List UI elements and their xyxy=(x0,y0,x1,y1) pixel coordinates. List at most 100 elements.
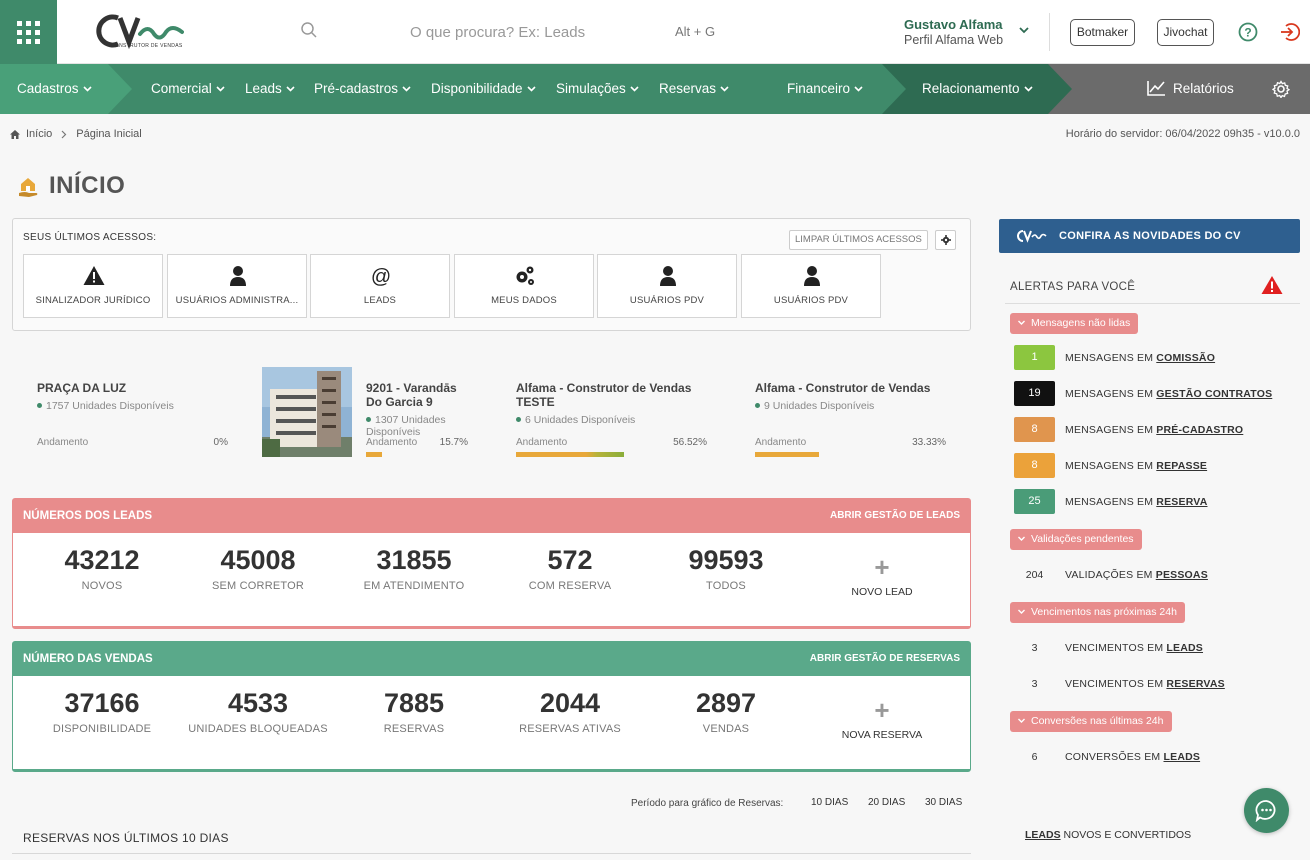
nav-comercial[interactable]: Comercial xyxy=(151,64,225,114)
search-input[interactable] xyxy=(410,20,660,44)
chevron-down-icon xyxy=(720,86,729,92)
clear-recent-button[interactable]: LIMPAR ÚLTIMOS ACESSOS xyxy=(789,230,928,250)
recent-tile-usuarios-pdv[interactable]: USUÁRIOS PDV xyxy=(597,254,737,318)
units-text: 9 Unidades Disponíveis xyxy=(764,400,875,412)
alert-prefix: CONVERSÕES EM xyxy=(1065,751,1161,763)
divider xyxy=(1005,303,1300,304)
user-name[interactable]: Gustavo Alfama xyxy=(904,17,1003,32)
count-value: 3 xyxy=(1031,678,1038,690)
section-mensagens-nao-lidas[interactable]: Mensagens não lidas xyxy=(1010,313,1139,334)
search-shortcut: Alt + G xyxy=(675,24,716,39)
section-vencimentos-24h[interactable]: Vencimentos nas próximas 24h xyxy=(1010,602,1185,623)
nav-relacionamento[interactable]: Relacionamento xyxy=(922,64,1033,114)
period-option-20[interactable]: 20 DIAS xyxy=(868,797,905,808)
alert-link-pre-cadastro[interactable]: PRÉ-CADASTRO xyxy=(1156,424,1243,436)
chevron-down-icon xyxy=(1023,86,1033,92)
count-badge: 19 xyxy=(1014,381,1055,406)
stat-novos[interactable]: 43212 NOVOS xyxy=(24,545,180,592)
stat-vendas[interactable]: 2897 VENDAS xyxy=(648,688,804,735)
jivochat-button[interactable]: Jivochat xyxy=(1157,19,1214,46)
chevron-down-icon[interactable] xyxy=(1018,24,1030,36)
panel-header: NÚMEROS DOS LEADS ABRIR GESTÃO DE LEADS xyxy=(13,499,970,533)
search-icon[interactable] xyxy=(300,21,318,39)
section-validacoes-pendentes[interactable]: Validações pendentes xyxy=(1010,529,1142,550)
alert-link-leads[interactable]: LEADS xyxy=(1164,751,1201,763)
apps-menu-button[interactable] xyxy=(0,0,57,64)
alert-prefix: MENSAGENS EM xyxy=(1065,460,1154,472)
nav-leads[interactable]: Leads xyxy=(245,64,295,114)
user-profile[interactable]: Perfil Alfama Web xyxy=(904,33,1003,47)
stat-disponibilidade[interactable]: 37166 DISPONIBILIDADE xyxy=(24,688,180,735)
alert-link-leads[interactable]: LEADS xyxy=(1166,642,1203,654)
nav-reservas[interactable]: Reservas xyxy=(659,64,729,114)
stat-unidades-bloqueadas[interactable]: 4533 UNIDADES BLOQUEADAS xyxy=(180,688,336,735)
gear-icon xyxy=(941,235,951,245)
recent-tile-usuarios-pdv-2[interactable]: USUÁRIOS PDV xyxy=(741,254,881,318)
leads-link[interactable]: LEADS xyxy=(1025,829,1061,841)
breadcrumb-home[interactable]: Início xyxy=(26,128,52,140)
stat-value: 572 xyxy=(547,545,593,575)
divider xyxy=(1049,13,1050,51)
count-value: 204 xyxy=(1025,569,1044,581)
stat-label: UNIDADES BLOQUEADAS xyxy=(188,723,328,735)
nav-simulacoes[interactable]: Simulações xyxy=(556,64,639,114)
user-icon xyxy=(660,266,676,286)
caption-text: NOVOS E CONVERTIDOS xyxy=(1060,829,1192,841)
progress-fill xyxy=(366,452,382,457)
server-time: Horário do servidor: 06/04/2022 09h35 - … xyxy=(1065,128,1300,140)
stat-reservas-ativas[interactable]: 2044 RESERVAS ATIVAS xyxy=(492,688,648,735)
enterprise-photo[interactable] xyxy=(262,367,352,457)
enterprise-units: 1757 Unidades Disponíveis xyxy=(37,400,227,412)
botmaker-button[interactable]: Botmaker xyxy=(1070,19,1135,46)
new-lead-button[interactable]: + NOVO LEAD xyxy=(804,554,960,598)
main-nav: Cadastros Comercial Leads Pré-cadastros … xyxy=(0,64,1310,114)
alert-prefix: MENSAGENS EM xyxy=(1065,496,1154,508)
leads-chart-caption: LEADS NOVOS E CONVERTIDOS xyxy=(1025,829,1191,841)
stat-em-atendimento[interactable]: 31855 EM ATENDIMENTO xyxy=(336,545,492,592)
nav-disponibilidade[interactable]: Disponibilidade xyxy=(431,64,536,114)
new-reservation-button[interactable]: + NOVA RESERVA xyxy=(804,697,960,741)
period-option-10[interactable]: 10 DIAS xyxy=(811,797,848,808)
tile-label: SINALIZADOR JURÍDICO xyxy=(35,295,151,306)
panel-title: NÚMERO DAS VENDAS xyxy=(23,653,153,665)
svg-text:@: @ xyxy=(371,266,391,287)
nav-relatorios[interactable]: Relatórios xyxy=(1147,64,1234,114)
alert-item-gestao-contratos: MENSAGENS EM GESTÃO CONTRATOS xyxy=(1065,388,1272,400)
stat-com-reserva[interactable]: 572 COM RESERVA xyxy=(492,545,648,592)
stat-sem-corretor[interactable]: 45008 SEM CORRETOR xyxy=(180,545,336,592)
open-leads-management-link[interactable]: ABRIR GESTÃO DE LEADS xyxy=(830,499,960,533)
recent-settings-button[interactable] xyxy=(935,230,956,250)
chat-button[interactable] xyxy=(1244,788,1289,833)
open-reservations-management-link[interactable]: ABRIR GESTÃO DE RESERVAS xyxy=(810,642,960,676)
chart-icon xyxy=(1147,81,1165,96)
news-label: CONFIRA AS NOVIDADES DO CV xyxy=(1059,230,1241,242)
nav-pre-cadastros[interactable]: Pré-cadastros xyxy=(314,64,411,114)
stat-todos[interactable]: 99593 TODOS xyxy=(648,545,804,592)
panel-header: NÚMERO DAS VENDAS ABRIR GESTÃO DE RESERV… xyxy=(13,642,970,676)
alert-link-repasse[interactable]: REPASSE xyxy=(1156,460,1207,472)
logout-icon[interactable] xyxy=(1280,22,1300,42)
alert-link-pessoas[interactable]: PESSOAS xyxy=(1156,569,1208,581)
stat-reservas[interactable]: 7885 RESERVAS xyxy=(336,688,492,735)
help-icon[interactable]: ? xyxy=(1238,22,1258,42)
alert-link-gestao-contratos[interactable]: GESTÃO CONTRATOS xyxy=(1156,388,1272,400)
nav-financeiro[interactable]: Financeiro xyxy=(787,64,863,114)
period-option-30[interactable]: 30 DIAS xyxy=(925,797,962,808)
alert-link-reservas[interactable]: RESERVAS xyxy=(1166,678,1224,690)
cv-logo-small xyxy=(1017,230,1047,243)
section-conversoes-24h[interactable]: Conversões nas últimas 24h xyxy=(1010,711,1172,732)
nav-cadastros[interactable]: Cadastros xyxy=(17,64,92,114)
recent-tile-sinalizador[interactable]: SINALIZADOR JURÍDICO xyxy=(23,254,163,318)
alert-link-comissao[interactable]: COMISSÃO xyxy=(1156,352,1215,364)
recent-tile-usuarios-admin[interactable]: USUÁRIOS ADMINISTRA... xyxy=(167,254,307,318)
enterprise-name: Alfama - Construtor de Vendas xyxy=(755,381,931,395)
alert-link-reserva[interactable]: RESERVA xyxy=(1156,496,1207,508)
recent-tile-meus-dados[interactable]: MEUS DADOS xyxy=(454,254,594,318)
settings-gear-icon[interactable] xyxy=(1272,80,1290,98)
cv-news-button[interactable]: CONFIRA AS NOVIDADES DO CV xyxy=(999,219,1300,253)
count-value: 3 xyxy=(1031,642,1038,654)
alert-prefix: MENSAGENS EM xyxy=(1065,352,1154,364)
warning-icon xyxy=(83,266,105,285)
recent-tile-leads[interactable]: @ LEADS xyxy=(310,254,450,318)
tile-label: USUÁRIOS ADMINISTRA... xyxy=(175,295,299,306)
